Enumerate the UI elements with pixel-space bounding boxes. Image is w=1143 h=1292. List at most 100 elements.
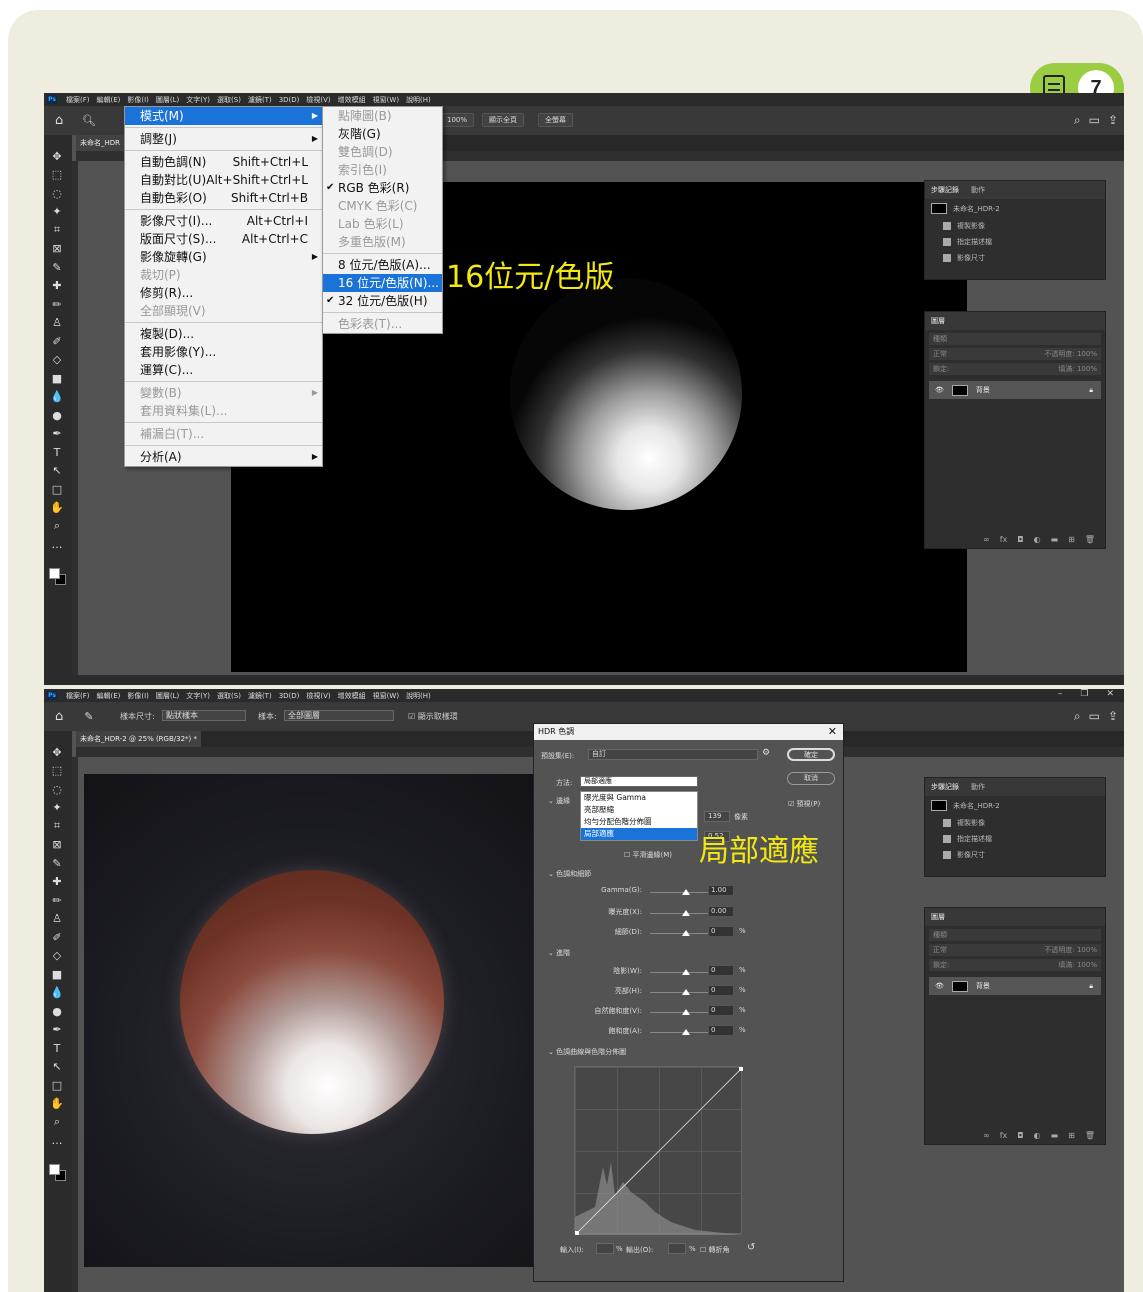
tab-layers[interactable]: 圖層 [931, 912, 945, 922]
menu-0[interactable]: 檔案(F) [66, 95, 90, 105]
magic-wand-icon[interactable]: ✦ [50, 801, 64, 815]
folder-icon[interactable]: ▬ [1051, 535, 1059, 544]
tab-actions[interactable]: 動作 [971, 782, 985, 792]
dodge-icon[interactable]: ● [50, 408, 64, 422]
gear-icon[interactable]: ⚙ [762, 748, 770, 758]
menu-4[interactable]: 文字(Y) [186, 95, 210, 105]
link-icon[interactable]: ∞ [983, 535, 990, 544]
mask-icon[interactable]: ◘ [1017, 1131, 1023, 1140]
history-item[interactable]: 指定描述檔 [925, 234, 1105, 250]
reset-icon[interactable]: ↺ [747, 1242, 755, 1253]
lasso-icon[interactable]: ◌ [50, 782, 64, 796]
fill-screen-button[interactable]: 全螢幕 [538, 113, 573, 127]
menu-item[interactable]: Lab 色彩(L) [323, 215, 442, 233]
pen-icon[interactable]: ✒ [50, 1023, 64, 1037]
hand-icon[interactable]: ✋ [50, 501, 64, 515]
menu-5[interactable]: 選取(S) [217, 95, 241, 105]
menu-item[interactable]: 裁切(P) [125, 266, 322, 284]
color-swatches[interactable] [49, 1164, 67, 1182]
menu-6[interactable]: 濾鏡(T) [248, 691, 272, 701]
home-icon[interactable]: ⌂ [55, 113, 63, 128]
close-icon[interactable]: ✕ [1106, 689, 1114, 699]
dodge-icon[interactable]: ● [50, 1004, 64, 1018]
menu-item[interactable]: 變數(B) ▶ [125, 384, 322, 402]
zoom-tool-icon[interactable]: 🔍︎ [82, 113, 96, 127]
curve-section[interactable]: 色調曲線與色階分佈圖 [548, 1047, 626, 1057]
shadow-slider-handle[interactable] [682, 969, 690, 975]
layer-background[interactable]: 👁︎ 背景 🔒︎ [929, 381, 1101, 399]
method-option[interactable]: 亮部壓縮 [581, 804, 697, 816]
move-icon[interactable]: ✥ [50, 149, 64, 163]
magic-wand-icon[interactable]: ✦ [50, 205, 64, 219]
menu-item[interactable]: 影像尺寸(I)... Alt+Ctrl+I [125, 212, 322, 230]
path-select-icon[interactable]: ↖ [50, 464, 64, 478]
trash-icon[interactable]: 🗑︎ [1085, 1131, 1095, 1140]
method-option[interactable]: 曝光度與 Gamma [581, 792, 697, 804]
vibrance-slider-handle[interactable] [682, 1009, 690, 1015]
menu-item[interactable]: 色彩表(T)... [323, 315, 442, 333]
vibrance-field[interactable]: 0 [708, 1005, 734, 1016]
tone-detail-section[interactable]: 色調和細節 [548, 869, 591, 879]
menu-item[interactable]: 多重色版(M) [323, 233, 442, 251]
healing-icon[interactable]: ✚ [50, 279, 64, 293]
fx-icon[interactable]: fx [1000, 1131, 1008, 1140]
tab-history[interactable]: 步驟記錄 [931, 782, 959, 792]
menu-item[interactable]: 全部顯現(V) [125, 302, 322, 320]
menu-item[interactable]: 自動色調(N) Shift+Ctrl+L [125, 153, 322, 171]
menu-item[interactable]: 索引色(I) [323, 161, 442, 179]
marquee-icon[interactable]: ⬚ [50, 168, 64, 182]
gamma-slider-handle[interactable] [682, 889, 690, 895]
menu-2[interactable]: 影像(I) [127, 95, 149, 105]
gradient-icon[interactable]: ■ [50, 967, 64, 981]
gradient-icon[interactable]: ■ [50, 371, 64, 385]
new-layer-icon[interactable]: ⊞ [1068, 1131, 1075, 1140]
preset-select[interactable]: 自訂 [588, 749, 758, 760]
fit-screen-button[interactable]: 顯示全頁 [482, 113, 524, 127]
layer-background[interactable]: 👁︎ 背景 🔒︎ [929, 977, 1101, 995]
healing-icon[interactable]: ✚ [50, 875, 64, 889]
history-snapshot[interactable]: 未命名_HDR-2 [925, 199, 1105, 218]
menu-item[interactable]: 點陣圖(B) [323, 107, 442, 125]
rectangle-icon[interactable]: □ [50, 1078, 64, 1092]
minimize-icon[interactable]: – [1058, 689, 1063, 699]
fx-icon[interactable]: fx [1000, 535, 1008, 544]
menu-9[interactable]: 增效模組 [338, 691, 366, 701]
adjustment-icon[interactable]: ◐ [1034, 535, 1041, 544]
sample-size-select[interactable]: 點狀樣本 [162, 710, 246, 721]
menu-item[interactable]: CMYK 色彩(C) [323, 197, 442, 215]
layer-kind-filter[interactable]: 種類 [929, 333, 1101, 345]
foreground-color[interactable] [49, 568, 60, 579]
menu-1[interactable]: 編輯(E) [97, 95, 121, 105]
menu-item[interactable]: 修剪(R)... [125, 284, 322, 302]
history-snapshot[interactable]: 未命名_HDR-2 [925, 796, 1105, 815]
fill-field[interactable]: 填滿: 100% [1058, 363, 1097, 375]
opacity-field[interactable]: 不透明度: 100% [1044, 944, 1097, 956]
menu-7[interactable]: 3D(D) [279, 96, 300, 104]
menu-item[interactable]: 複製(D)... [125, 325, 322, 343]
link-icon[interactable]: ∞ [983, 1131, 990, 1140]
method-select[interactable]: 局部適應 [580, 776, 698, 787]
new-layer-icon[interactable]: ⊞ [1068, 535, 1075, 544]
menu-item[interactable]: 自動對比(U) Alt+Shift+Ctrl+L [125, 171, 322, 189]
menu-item[interactable]: 模式(M) ▶ [125, 107, 322, 125]
eyedropper-tool-icon[interactable]: ✎ [82, 709, 96, 723]
fill-field[interactable]: 填滿: 100% [1058, 959, 1097, 971]
method-option[interactable]: 局部適應 [581, 828, 697, 840]
hand-icon[interactable]: ✋ [50, 1097, 64, 1111]
eye-icon[interactable]: 👁︎ [935, 982, 944, 990]
edge-section[interactable]: 邊緣 [548, 796, 570, 806]
exposure-field[interactable]: 0.00 [708, 906, 734, 917]
menu-8[interactable]: 檢視(V) [306, 95, 330, 105]
menu-item[interactable]: 8 位元/色版(A)... [323, 256, 442, 274]
move-icon[interactable]: ✥ [50, 745, 64, 759]
zoom-icon[interactable]: ⌕ [50, 1115, 64, 1129]
menu-item[interactable]: 16 位元/色版(N)... [323, 274, 442, 292]
menu-10[interactable]: 視窗(W) [373, 95, 399, 105]
menu-item[interactable]: 調整(J) ▶ [125, 130, 322, 148]
layer-kind-filter[interactable]: 種類 [929, 929, 1101, 941]
menu-item[interactable]: 自動色彩(O) Shift+Ctrl+B [125, 189, 322, 207]
menu-8[interactable]: 檢視(V) [306, 691, 330, 701]
zoom-100-button[interactable]: 100% [440, 113, 475, 127]
detail-field[interactable]: 0 [708, 926, 734, 937]
menu-3[interactable]: 圖層(L) [156, 95, 179, 105]
